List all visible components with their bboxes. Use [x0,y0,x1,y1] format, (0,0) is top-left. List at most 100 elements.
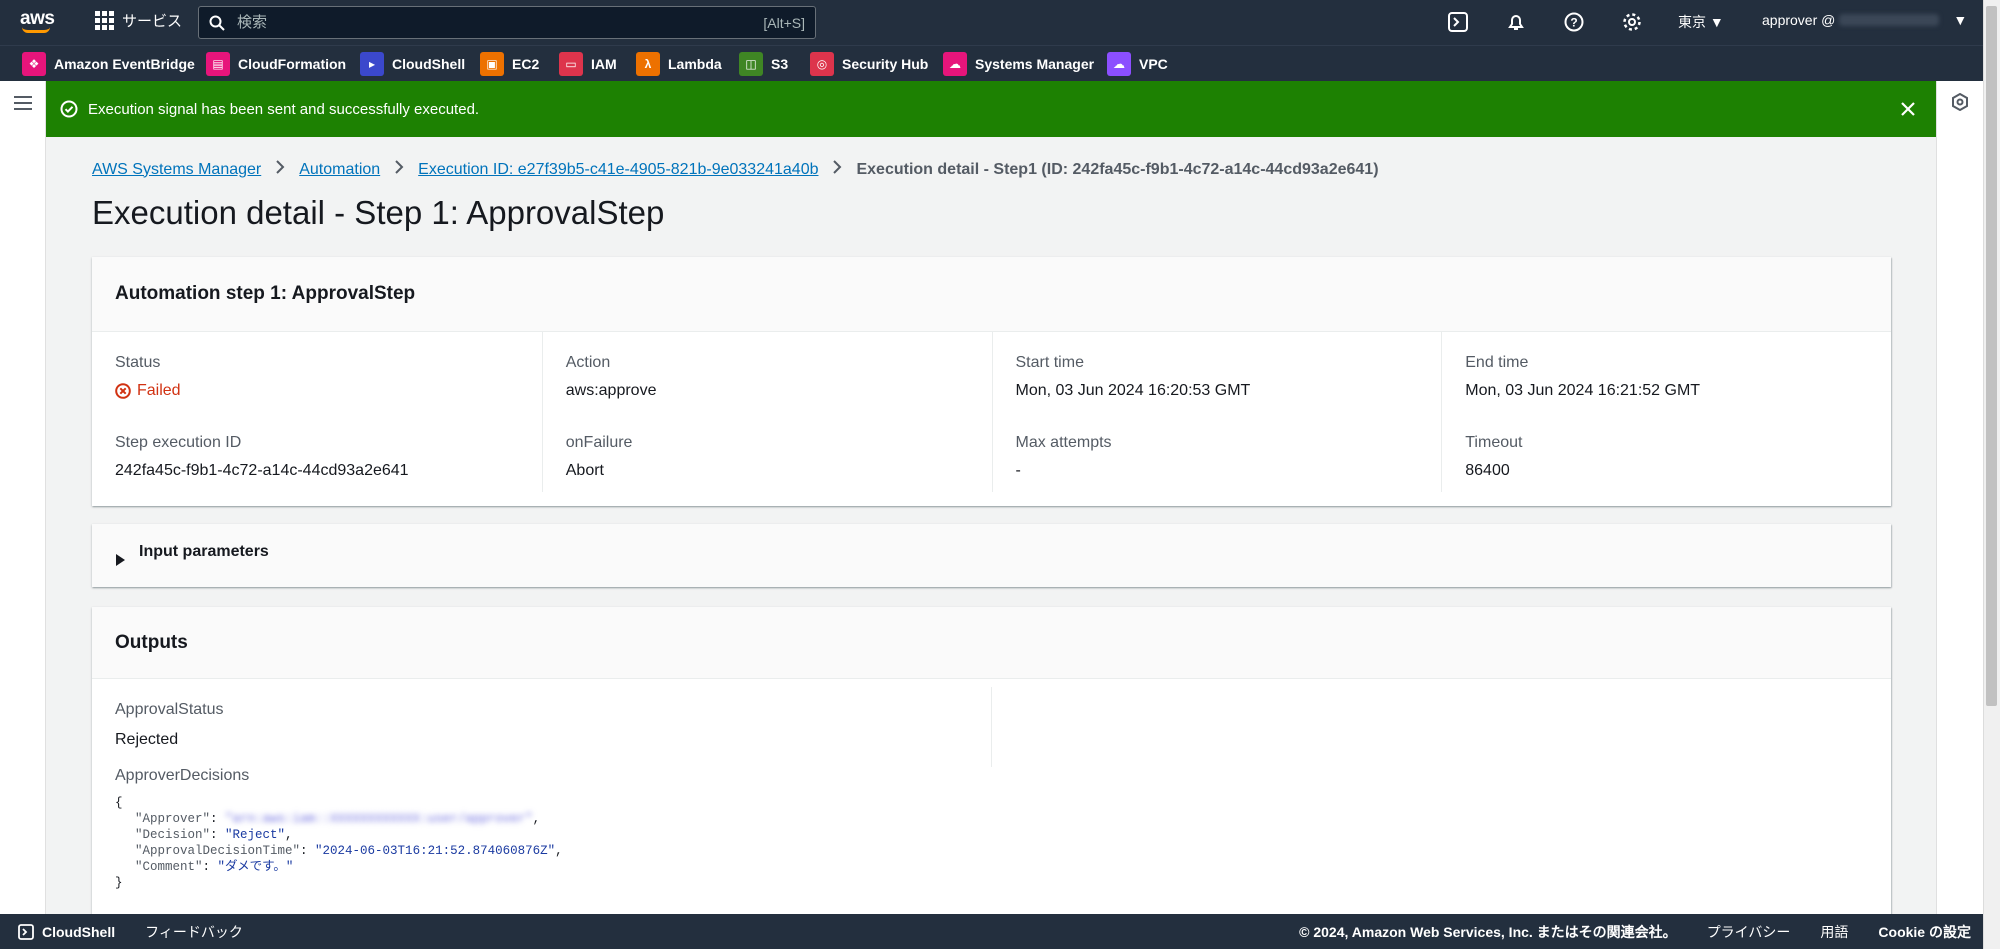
page-scrollbar-thumb[interactable] [1986,6,1997,706]
search-input[interactable] [237,14,764,31]
json-key: "Decision" [135,828,211,842]
aws-logo-smile [22,27,50,33]
favorite-label: CloudFormation [238,56,347,72]
cloudshell-icon [18,923,34,940]
favorite-label: Amazon EventBridge [54,56,195,72]
json-value: "ダメです。" [217,860,294,874]
favorite-label: IAM [591,56,617,72]
systems-manager-icon: ☁ [943,52,967,76]
json-value: "2024-06-03T16:21:52.874060876Z" [315,844,556,858]
favorite-security-hub[interactable]: ◎ Security Hub [810,52,928,76]
input-parameters-label: Input parameters [139,543,269,560]
breadcrumb-automation[interactable]: Automation [299,161,380,179]
approver-decisions-label: ApproverDecisions [115,767,250,784]
input-parameters-expandable[interactable]: Input parameters [92,524,1891,587]
kv-value: Abort [565,462,604,479]
kv-value: Mon, 03 Jun 2024 16:20:53 GMT [1015,382,1251,399]
outputs-container: Outputs ApprovalStatus Rejected Approver… [92,607,1891,927]
services-grid-icon [95,11,114,30]
flash-message: Execution signal has been sent and succe… [88,100,480,118]
kv-status: Status Failed [92,332,542,412]
json-key: "ApprovalDecisionTime" [135,844,301,858]
json-key: "Approver" [135,812,211,826]
search-bar[interactable]: [Alt+S] [198,6,816,39]
info-panel-icon[interactable] [1951,93,1969,111]
iam-icon: ▭ [559,52,583,76]
hamburger-menu-icon[interactable] [14,96,32,114]
favorite-label: Lambda [668,56,722,72]
error-x-icon [115,383,131,399]
close-icon[interactable] [1894,95,1922,123]
favorite-eventbridge[interactable]: ❖ Amazon EventBridge [22,52,195,76]
footer-cookie-settings-link[interactable]: Cookie の設定 [1878,922,1971,942]
kv-max-attempts: Max attempts - [991,412,1442,492]
chevron-right-icon [275,160,285,179]
kv-value: 242fa45c-f9b1-4c72-a14c-44cd93a2e641 [115,462,409,479]
kv-label: Step execution ID [115,434,242,451]
favorite-s3[interactable]: ◫ S3 [739,52,788,76]
kv-start-time: Start time Mon, 03 Jun 2024 16:20:53 GMT [991,332,1442,412]
chevron-right-icon [832,160,842,179]
services-menu-button[interactable]: サービス [95,10,182,31]
notifications-bell-icon[interactable] [1502,8,1530,36]
json-value: "Reject" [225,828,286,842]
lambda-icon: λ [636,52,660,76]
region-selector[interactable]: 東京 ▼ [1678,12,1724,32]
settings-gear-icon[interactable] [1618,8,1646,36]
outputs-title: Outputs [115,631,188,653]
kv-label: onFailure [565,434,633,451]
kv-action: Action aws:approve [541,332,992,412]
favorite-cloudformation[interactable]: ▤ CloudFormation [206,52,346,76]
services-label: サービス [122,13,183,30]
kv-label: Start time [1015,354,1084,371]
kv-step-execution-id: Step execution ID 242fa45c-f9b1-4c72-a14… [92,412,542,492]
favorite-label: Security Hub [842,56,929,72]
account-caret-icon: ▼ [1953,12,1968,28]
breadcrumb: AWS Systems Manager Automation Execution… [92,160,1379,179]
redacted-approver-arn: "arn:aws:iam::XXXXXXXXXXXX:user/approver… [225,812,533,826]
svg-text:?: ? [1570,16,1577,30]
favorite-label: CloudShell [392,56,466,72]
footer-copyright: © 2024, Amazon Web Services, Inc. またはその関… [1299,923,1677,940]
right-tools-rail [1936,81,1983,914]
left-navigation-rail [0,81,46,914]
kv-label: Action [565,354,611,371]
search-icon [209,15,225,31]
security-hub-icon: ◎ [810,52,834,76]
s3-icon: ◫ [739,52,763,76]
cloudshell-icon[interactable] [1444,8,1472,36]
favorite-lambda[interactable]: λ Lambda [636,52,722,76]
footer-privacy-link[interactable]: プライバシー [1707,922,1791,942]
breadcrumb-execution-id[interactable]: Execution ID: e27f39b5-c41e-4905-821b-9e… [418,161,818,179]
favorite-label: VPC [1139,56,1168,72]
favorite-systems-manager[interactable]: ☁ Systems Manager [943,52,1094,76]
ec2-icon: ▣ [480,52,504,76]
help-icon[interactable]: ? [1560,8,1588,36]
step-details-row-1: Status Failed Action aws:approve Start t… [92,332,1891,412]
cloudshell-icon: ▸ [360,52,384,76]
favorite-label: S3 [771,56,789,72]
kv-label: Timeout [1465,434,1523,451]
favorite-cloudshell[interactable]: ▸ CloudShell [360,52,465,76]
approver-decisions-json: { "Approver": "arn:aws:iam::XXXXXXXXXXXX… [115,796,563,890]
top-navigation: aws サービス [Alt+S] ? 東京 ▼ approver @ ▼ [0,0,2000,45]
eventbridge-icon: ❖ [22,52,46,76]
kv-value: 86400 [1465,462,1510,479]
account-menu[interactable]: approver @ ▼ [1762,12,1967,28]
kv-on-failure: onFailure Abort [541,412,992,492]
favorite-ec2[interactable]: ▣ EC2 [480,52,539,76]
footer-feedback-link[interactable]: フィードバック [145,922,243,942]
favorite-vpc[interactable]: ☁ VPC [1107,52,1168,76]
footer-cloudshell-button[interactable]: CloudShell [18,924,115,940]
kv-timeout: Timeout 86400 [1441,412,1891,492]
status-failed: Failed [115,382,519,400]
favorite-label: Systems Manager [975,56,1095,72]
breadcrumb-systems-manager[interactable]: AWS Systems Manager [92,161,261,179]
redacted-account-id [1839,14,1940,26]
footer-terms-link[interactable]: 用語 [1820,922,1848,942]
success-check-icon [60,100,78,118]
search-shortcut-hint: [Alt+S] [763,14,805,31]
favorite-iam[interactable]: ▭ IAM [559,52,617,76]
kv-value: aws:approve [565,382,657,399]
approval-status-value: Rejected [115,731,179,748]
